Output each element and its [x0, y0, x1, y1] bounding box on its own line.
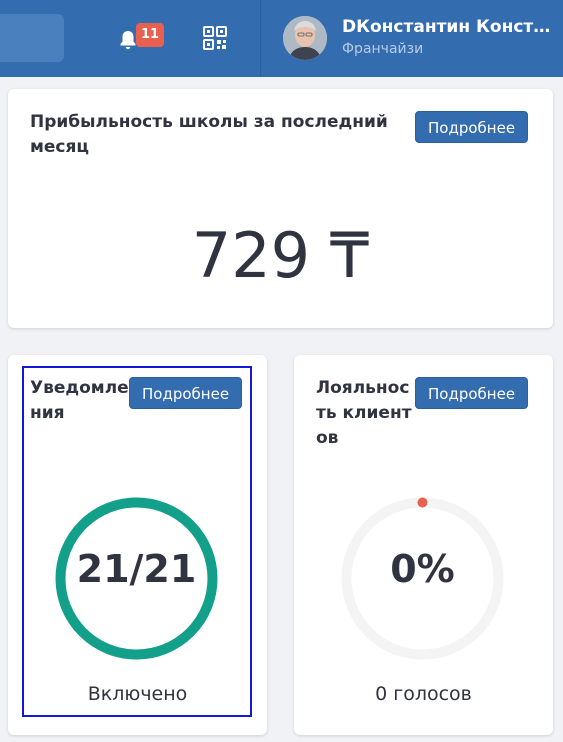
- ring-start-marker: [417, 497, 428, 508]
- header-divider: [260, 0, 261, 77]
- profit-card: Прибыльность школы за последний месяц По…: [8, 89, 553, 328]
- notification-count-badge: 11: [136, 23, 164, 47]
- loyalty-votes: 0 голосов: [375, 683, 472, 705]
- loyalty-percent: 0%: [390, 547, 455, 591]
- user-role: Франчайзи: [342, 41, 424, 57]
- profit-value: 729 ₸: [191, 219, 370, 292]
- loyalty-card: Лояльность клиентов Подробнее 0% 0 голос…: [294, 355, 553, 735]
- user-name[interactable]: DКонстантин Константинов: [342, 17, 557, 37]
- top-bar: 11 DКонстантин Константинов Франчайзи: [0, 0, 563, 77]
- profit-card-title: Прибыльность школы за последний месяц: [30, 112, 388, 157]
- notifications-card-title: Уведомления: [30, 378, 129, 423]
- avatar-photo: [283, 16, 327, 60]
- profit-details-button[interactable]: Подробнее: [415, 111, 529, 143]
- loyalty-card-title: Лояльность клиентов: [316, 378, 412, 448]
- notifications-details-button[interactable]: Подробнее: [129, 377, 243, 409]
- loyalty-details-button[interactable]: Подробнее: [415, 377, 529, 409]
- notifications-card: Уведомления Подробнее 21/21 Включено: [8, 355, 267, 735]
- avatar[interactable]: [283, 16, 327, 60]
- qr-code-icon[interactable]: [203, 26, 227, 50]
- notifications-status: Включено: [87, 683, 188, 705]
- notifications-ratio: 21/21: [76, 547, 197, 591]
- search-box[interactable]: [0, 14, 64, 62]
